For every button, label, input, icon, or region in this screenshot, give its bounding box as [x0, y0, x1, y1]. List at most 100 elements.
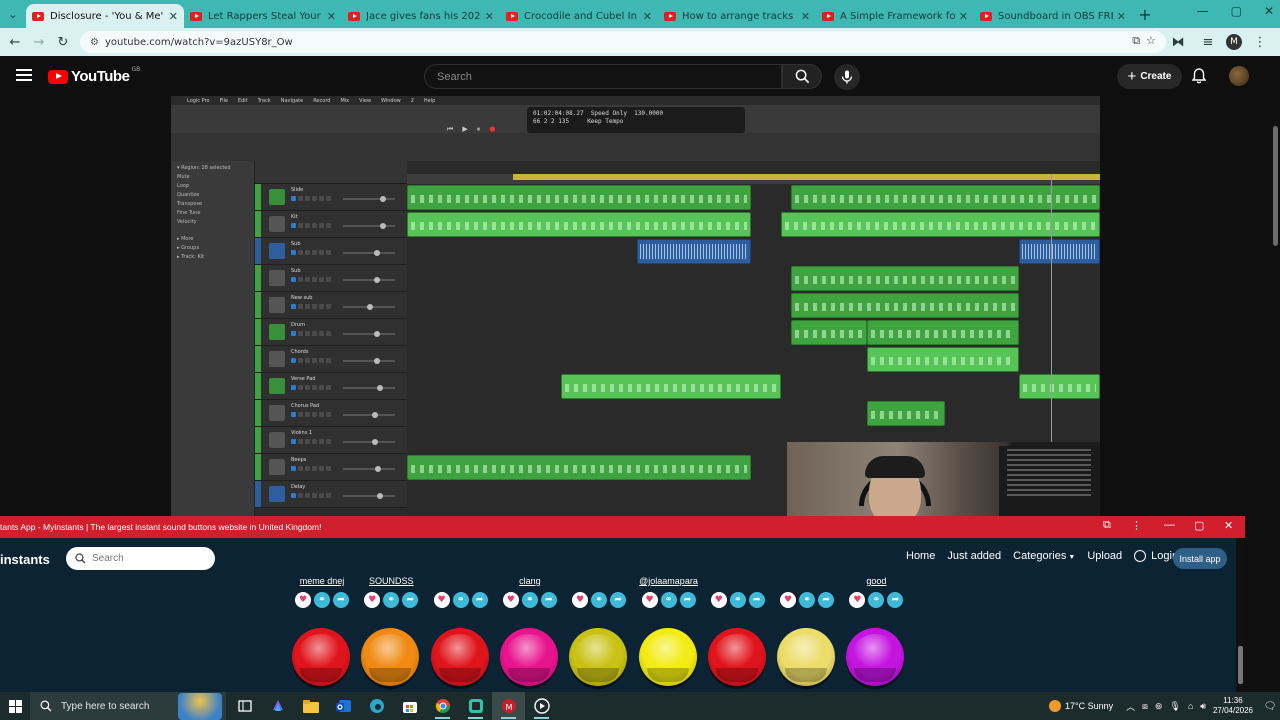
- app-menu-icon[interactable]: ⋮: [1131, 519, 1142, 532]
- share-icon[interactable]: ➦: [610, 592, 627, 608]
- create-button[interactable]: + Create: [1117, 64, 1182, 89]
- favorite-heart-icon[interactable]: ♥: [502, 592, 519, 608]
- store-icon[interactable]: [393, 692, 426, 720]
- close-icon[interactable]: ✕: [1224, 519, 1233, 532]
- play-sound-button[interactable]: [292, 628, 350, 686]
- myinstants-search[interactable]: [66, 547, 215, 570]
- copy-link-icon[interactable]: ⚭: [660, 592, 677, 608]
- reload-icon[interactable]: ↻: [51, 30, 75, 54]
- share-icon[interactable]: ➦: [818, 592, 835, 608]
- play-sound-button[interactable]: [638, 628, 697, 686]
- obs-icon[interactable]: [459, 692, 492, 720]
- share-icon[interactable]: ➦: [887, 592, 904, 608]
- volume-icon[interactable]: 🔊︎: [1200, 701, 1206, 712]
- meet-now-icon[interactable]: ⧈: [1142, 701, 1148, 712]
- tab-close-icon[interactable]: ✕: [169, 10, 178, 23]
- back-icon[interactable]: ←: [3, 30, 27, 54]
- minimize-icon[interactable]: —: [1164, 519, 1175, 531]
- start-button[interactable]: [0, 692, 30, 720]
- tab-close-icon[interactable]: ✕: [959, 10, 968, 23]
- page-scrollbar[interactable]: [1272, 96, 1280, 520]
- clock[interactable]: 11:36 27/04/2026: [1213, 696, 1253, 716]
- play-sound-button[interactable]: [499, 628, 558, 686]
- play-sound-button[interactable]: [846, 628, 905, 686]
- favorite-heart-icon[interactable]: ♥: [572, 592, 589, 608]
- share-icon[interactable]: ➦: [540, 592, 557, 608]
- share-icon[interactable]: ➦: [679, 592, 696, 608]
- copy-link-icon[interactable]: ⚭: [314, 592, 330, 608]
- outlook-icon[interactable]: [327, 692, 360, 720]
- share-icon[interactable]: ➦: [333, 592, 349, 608]
- nav-home[interactable]: Home: [906, 550, 935, 562]
- minimize-icon[interactable]: —: [1197, 4, 1209, 18]
- microphone-icon[interactable]: 🎙︎: [1169, 701, 1180, 712]
- new-tab-button[interactable]: +: [1132, 5, 1158, 24]
- browser-tab[interactable]: Crocodile and Cubel In The St✕: [500, 4, 658, 28]
- play-sound-button[interactable]: [569, 628, 628, 686]
- copilot-icon[interactable]: [261, 692, 294, 720]
- taskbar-search-input[interactable]: [61, 700, 181, 712]
- youtube-logo[interactable]: YouTube GB: [48, 66, 140, 85]
- notifications-button[interactable]: [1191, 68, 1207, 88]
- account-avatar[interactable]: [1229, 66, 1249, 86]
- extensions-icon[interactable]: ⧓: [1166, 30, 1190, 54]
- sound-title-link[interactable]: meme dnej: [291, 576, 353, 588]
- network-icon[interactable]: ⌂: [1188, 701, 1193, 711]
- weather-widget[interactable]: 17°C Sunny: [1048, 700, 1113, 712]
- favorite-heart-icon[interactable]: ♥: [364, 592, 381, 608]
- video-player[interactable]: Logic Pro File Edit Track Navigate Record Mix V…: [171, 96, 1100, 520]
- address-bar[interactable]: ⚙ ⧉ ☆: [80, 31, 1166, 53]
- myinstants-scrollbar[interactable]: [1236, 538, 1245, 692]
- play-sound-button[interactable]: [361, 628, 420, 686]
- browser-menu-icon[interactable]: ⋮: [1248, 30, 1272, 54]
- notifications-icon[interactable]: 🗨︎: [1260, 701, 1280, 712]
- nav-login[interactable]: Login: [1134, 550, 1178, 562]
- site-info-icon[interactable]: ⚙: [90, 37, 99, 48]
- favorite-heart-icon[interactable]: ♥: [641, 592, 658, 608]
- browser-tab[interactable]: Jace gives fans his 2026 record✕: [342, 4, 500, 28]
- browser-tab[interactable]: Soundboard in OBS FREE!! Easi✕: [974, 4, 1132, 28]
- install-app-button[interactable]: Install app: [1173, 548, 1227, 569]
- browser-tab[interactable]: Let Rappers Steal Your Beats! H✕: [184, 4, 342, 28]
- voice-search-button[interactable]: [834, 64, 860, 90]
- tab-close-icon[interactable]: ✕: [643, 10, 652, 23]
- sound-title-link[interactable]: [776, 576, 838, 588]
- task-view-icon[interactable]: [228, 692, 261, 720]
- tab-close-icon[interactable]: ✕: [1117, 10, 1126, 23]
- youtube-search-input[interactable]: [437, 70, 757, 83]
- maximize-icon[interactable]: ▢: [1231, 4, 1242, 18]
- media-controls-icon[interactable]: ≡: [1196, 30, 1220, 54]
- browser-tab[interactable]: A Simple Framework for Actual✕: [816, 4, 974, 28]
- forward-icon[interactable]: →: [27, 30, 51, 54]
- copy-link-icon[interactable]: ⚭: [868, 592, 885, 608]
- sound-title-link[interactable]: clang: [499, 576, 561, 588]
- favorite-heart-icon[interactable]: ♥: [433, 592, 450, 608]
- browser-tab[interactable]: How to arrange tracks better th✕: [658, 4, 816, 28]
- chrome-icon[interactable]: [426, 692, 459, 720]
- youtube-search-button[interactable]: [782, 64, 822, 89]
- nav-upload[interactable]: Upload: [1087, 550, 1122, 562]
- myinstants-app-icon[interactable]: M: [492, 692, 525, 720]
- play-sound-button[interactable]: [777, 628, 836, 686]
- youtube-search-box[interactable]: [424, 64, 782, 89]
- sound-title-link[interactable]: SOUNDSS: [360, 576, 422, 588]
- search-highlight-icon[interactable]: [178, 693, 222, 720]
- tab-close-icon[interactable]: ✕: [801, 10, 810, 23]
- close-icon[interactable]: ✕: [1264, 4, 1274, 18]
- tab-search-icon[interactable]: ⌄: [0, 4, 26, 24]
- profile-avatar[interactable]: M: [1226, 34, 1242, 50]
- nav-categories[interactable]: Categories ▼: [1013, 550, 1075, 562]
- copy-link-icon[interactable]: ⚭: [799, 592, 816, 608]
- play-sound-button[interactable]: [430, 628, 489, 686]
- sound-title-link[interactable]: [430, 576, 492, 588]
- share-icon[interactable]: ➦: [748, 592, 765, 608]
- install-app-icon[interactable]: ⧉: [1132, 34, 1140, 48]
- url-input[interactable]: [104, 36, 1005, 48]
- tab-close-icon[interactable]: ✕: [485, 10, 494, 23]
- open-in-browser-icon[interactable]: ⧉: [1103, 519, 1111, 532]
- nav-just-added[interactable]: Just added: [947, 550, 1001, 562]
- sound-title-link[interactable]: [568, 576, 630, 588]
- copy-link-icon[interactable]: ⚭: [452, 592, 469, 608]
- copy-link-icon[interactable]: ⚭: [383, 592, 400, 608]
- chevron-up-icon[interactable]: ︿: [1126, 700, 1135, 713]
